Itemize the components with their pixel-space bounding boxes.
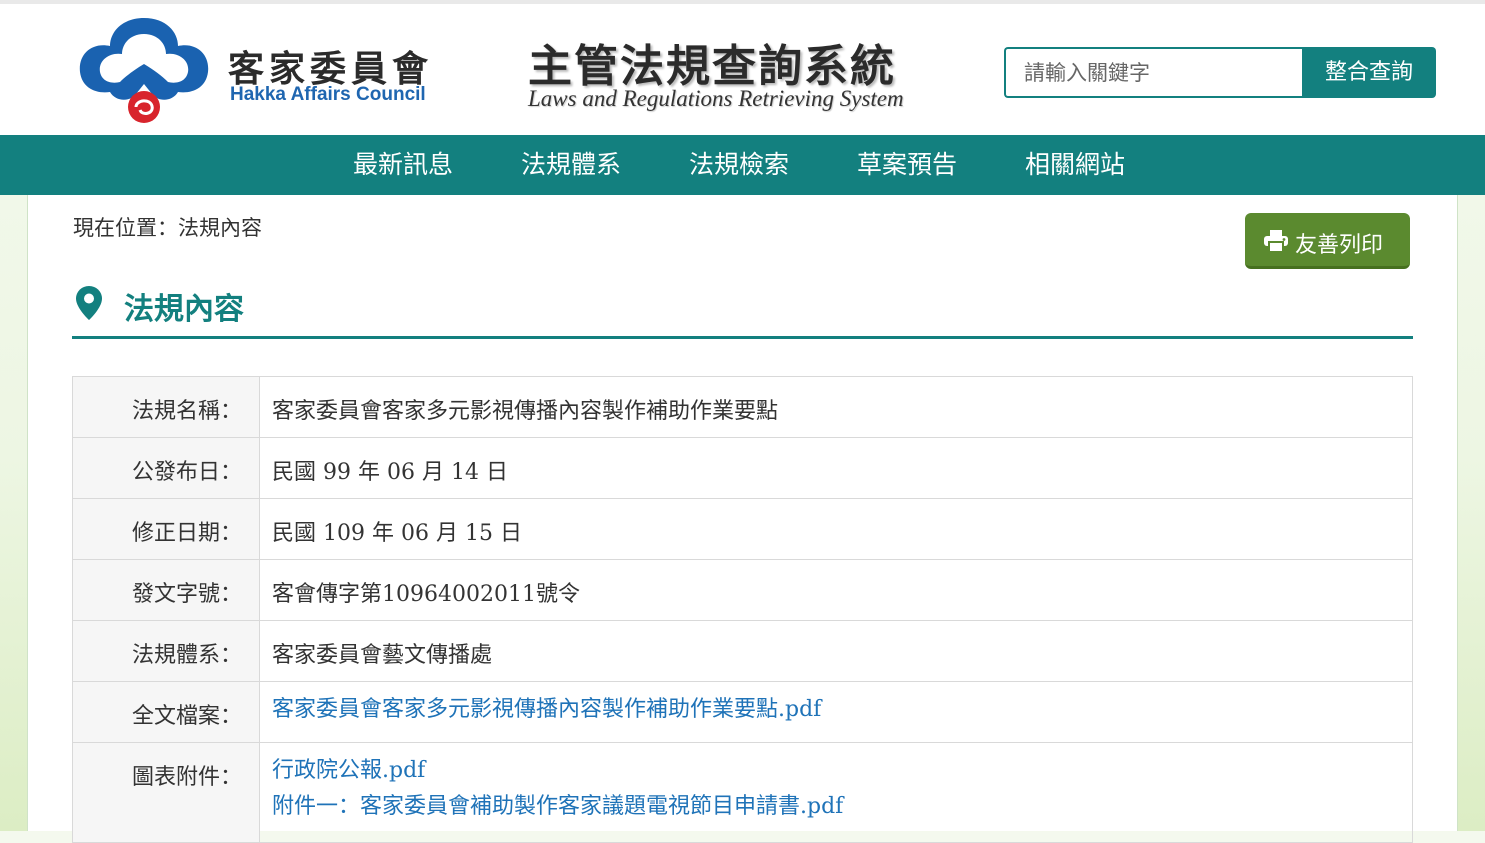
regulation-info-table: 法規名稱： 客家委員會客家多元影視傳播內容製作補助作業要點 公發布日： 民國 9… [72,376,1413,843]
law-system: 客家委員會藝文傳播處 [259,620,1413,682]
table-row: 法規體系： 客家委員會藝文傳播處 [72,620,1413,682]
system-title-chinese: 主管法規查詢系統 [528,41,896,92]
print-button[interactable]: 友善列印 [1245,213,1410,269]
attachment-gazette-pdf-link[interactable]: 行政院公報.pdf [272,753,1400,789]
system-title-english: Laws and Regulations Retrieving System [528,86,904,111]
document-number: 客會傳字第10964002011號令 [259,559,1413,621]
nav-item-related-sites[interactable]: 相關網站 [1025,135,1125,195]
table-row: 圖表附件： 行政院公報.pdf 附件一：客家委員會補助製作客家議題電視節目申請書… [72,742,1413,843]
title-divider [72,336,1413,339]
nav-item-latest-news[interactable]: 最新訊息 [353,135,453,195]
row-label-name: 法規名稱： [72,376,260,438]
row-label-amend-date: 修正日期： [72,498,260,560]
search-input[interactable] [1004,47,1302,98]
location-pin-icon [76,286,102,320]
regulation-name: 客家委員會客家多元影視傳播內容製作補助作業要點 [259,376,1413,438]
search-button[interactable]: 整合查詢 [1302,47,1436,98]
full-text-files: 客家委員會客家多元影視傳播內容製作補助作業要點.pdf [259,681,1413,743]
publish-date: 民國 99 年 06 月 14 日 [259,437,1413,499]
table-row: 公發布日： 民國 99 年 06 月 14 日 [72,437,1413,499]
row-label-law-system: 法規體系： [72,620,260,682]
nav-item-law-search[interactable]: 法規檢索 [689,135,789,195]
table-row: 發文字號： 客會傳字第10964002011號令 [72,559,1413,621]
table-row: 法規名稱： 客家委員會客家多元影視傳播內容製作補助作業要點 [72,376,1413,438]
attachment-files: 行政院公報.pdf 附件一：客家委員會補助製作客家議題電視節目申請書.pdf [259,742,1413,843]
printer-icon [1264,230,1288,252]
site-header: 客家委員會 Hakka Affairs Council 主管法規查詢系統 Law… [0,4,1485,135]
row-label-document-number: 發文字號： [72,559,260,621]
logo-english-name: Hakka Affairs Council [230,84,426,105]
table-row: 全文檔案： 客家委員會客家多元影視傳播內容製作補助作業要點.pdf [72,681,1413,743]
nav-item-law-system[interactable]: 法規體系 [521,135,621,195]
nav-item-draft-notice[interactable]: 草案預告 [857,135,957,195]
full-text-pdf-link[interactable]: 客家委員會客家多元影視傳播內容製作補助作業要點.pdf [272,692,1400,728]
row-label-publish-date: 公發布日： [72,437,260,499]
breadcrumb: 現在位置：法規內容 [73,216,262,240]
attachment-form-pdf-link[interactable]: 附件一：客家委員會補助製作客家議題電視節目申請書.pdf [272,789,1400,825]
amend-date: 民國 109 年 06 月 15 日 [259,498,1413,560]
print-button-label: 友善列印 [1295,233,1384,258]
hakka-logo-icon[interactable] [74,12,214,128]
table-row: 修正日期： 民國 109 年 06 月 15 日 [72,498,1413,560]
row-label-attachments: 圖表附件： [72,742,260,843]
row-label-full-text: 全文檔案： [72,681,260,743]
page-title: 法規內容 [124,292,244,327]
main-nav: 最新訊息 法規體系 法規檢索 草案預告 相關網站 [0,135,1485,195]
